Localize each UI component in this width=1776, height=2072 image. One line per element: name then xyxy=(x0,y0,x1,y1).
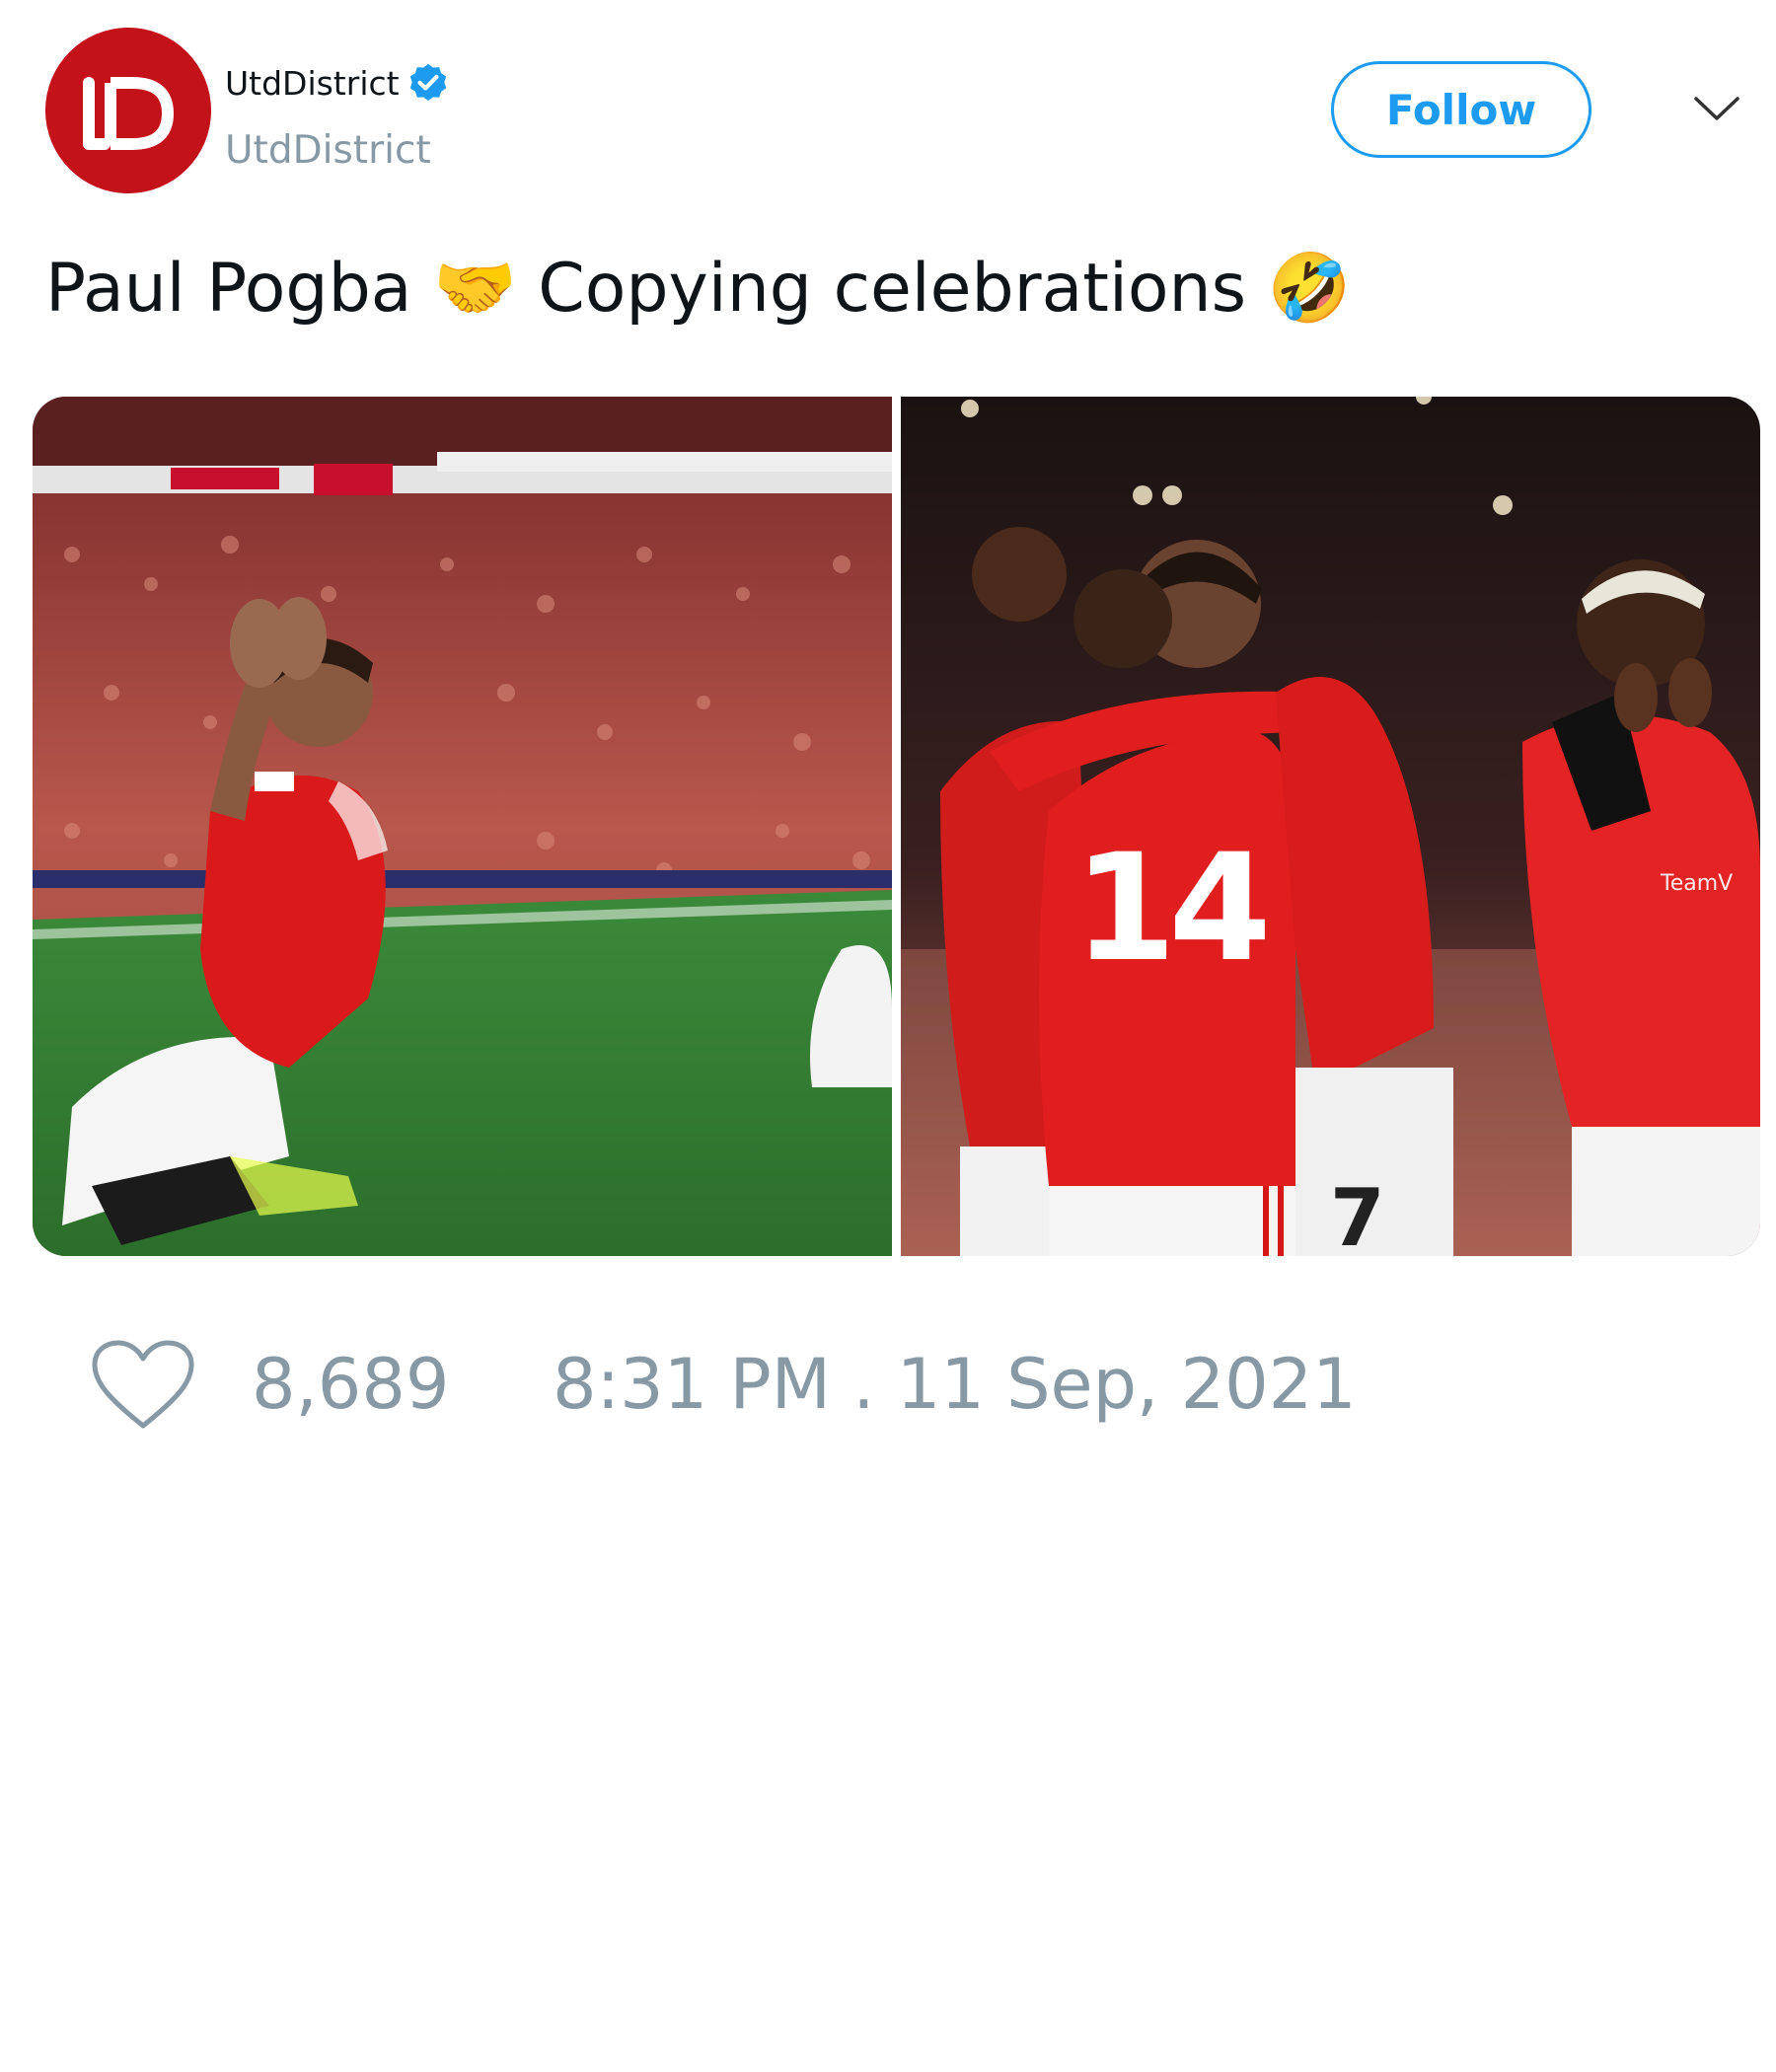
verified-badge-icon xyxy=(406,61,451,107)
utddistrict-logo-icon xyxy=(45,28,211,193)
timestamp[interactable]: 8:31 PM . 11 Sep, 2021 xyxy=(553,1342,1357,1427)
follow-button[interactable]: Follow xyxy=(1331,61,1591,158)
tweet-card: UtdDistrict UtdDistrict Follow Paul Pogb… xyxy=(0,0,1776,2072)
display-name-text: UtdDistrict xyxy=(225,64,400,103)
tweet-text: Paul Pogba 🤝 Copying celebrations 🤣 xyxy=(45,250,1352,328)
heart-icon[interactable] xyxy=(89,1337,197,1436)
user-handle[interactable]: UtdDistrict xyxy=(225,126,431,176)
photo-player-kneeling[interactable] xyxy=(33,397,892,1256)
svg-text:14: 14 xyxy=(1073,823,1265,995)
photo-players-celebrating[interactable]: 14 7 TeamV xyxy=(901,397,1760,1256)
svg-text:TeamV: TeamV xyxy=(1660,871,1733,896)
display-name[interactable]: UtdDistrict xyxy=(225,61,451,107)
chevron-down-icon[interactable] xyxy=(1692,89,1741,128)
like-count: 8,689 xyxy=(252,1344,450,1425)
svg-text:7: 7 xyxy=(1330,1172,1385,1256)
avatar[interactable] xyxy=(45,28,211,193)
media-grid[interactable]: 14 7 TeamV xyxy=(33,397,1760,1256)
